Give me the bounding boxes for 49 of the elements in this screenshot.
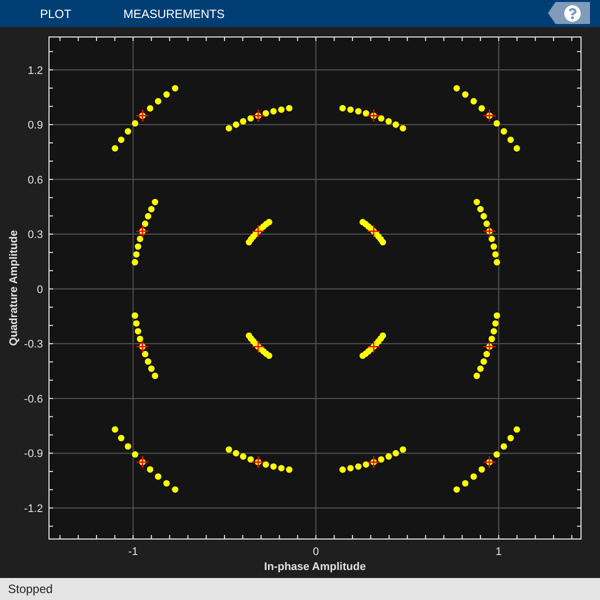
axis-title: In-phase Amplitude: [264, 561, 366, 573]
tick-label: 1.2: [28, 64, 43, 77]
reference-marker: [136, 456, 150, 469]
tick-label: 0: [36, 284, 43, 296]
data-point: [453, 486, 460, 493]
data-point: [462, 480, 468, 487]
toolstrip-tab[interactable]: PLOT: [40, 8, 72, 20]
tick-label: -0.6: [24, 393, 43, 406]
data-point: [470, 98, 477, 104]
data-point: [163, 91, 170, 98]
data-point: [112, 145, 118, 152]
data-point: [470, 473, 477, 480]
tick-label: -0.9: [24, 448, 43, 460]
tick-label: -0.3: [24, 338, 43, 351]
data-point: [462, 91, 468, 98]
reference-marker: [252, 109, 265, 122]
data-point: [172, 486, 178, 493]
help-icon: [564, 4, 580, 22]
toolstrip-tab[interactable]: MEASUREMENTS: [123, 8, 225, 20]
reference-marker: [136, 340, 150, 354]
data-point: [507, 434, 514, 442]
reference-marker: [482, 224, 496, 238]
reference-marker: [367, 456, 380, 469]
data-point: [453, 85, 460, 92]
data-point: [514, 426, 520, 433]
reference-marker: [367, 109, 380, 122]
tick-label: 0.3: [28, 229, 43, 242]
reference-marker: [482, 340, 496, 354]
reference-marker: [252, 456, 265, 469]
reference-marker: [482, 456, 496, 469]
tick-label: 1: [496, 546, 502, 558]
tick-label: 0.6: [28, 174, 43, 186]
data-point: [112, 426, 118, 433]
data-point: [514, 145, 520, 152]
axis-title: Quadrature Amplitude: [8, 230, 20, 346]
tick-label: 0: [312, 546, 319, 558]
status-text: Stopped: [8, 581, 53, 598]
tick-label: -1.2: [24, 502, 43, 515]
data-point: [163, 480, 170, 487]
tick-label: -1: [128, 546, 138, 558]
reference-marker: [482, 109, 496, 122]
help-button[interactable]: [548, 2, 590, 24]
data-point: [507, 136, 514, 143]
reference-marker: [136, 109, 150, 122]
data-point: [118, 136, 124, 143]
data-point: [172, 85, 178, 92]
reference-marker: [136, 224, 150, 238]
tick-label: 0.9: [28, 120, 43, 132]
data-point: [118, 434, 124, 442]
